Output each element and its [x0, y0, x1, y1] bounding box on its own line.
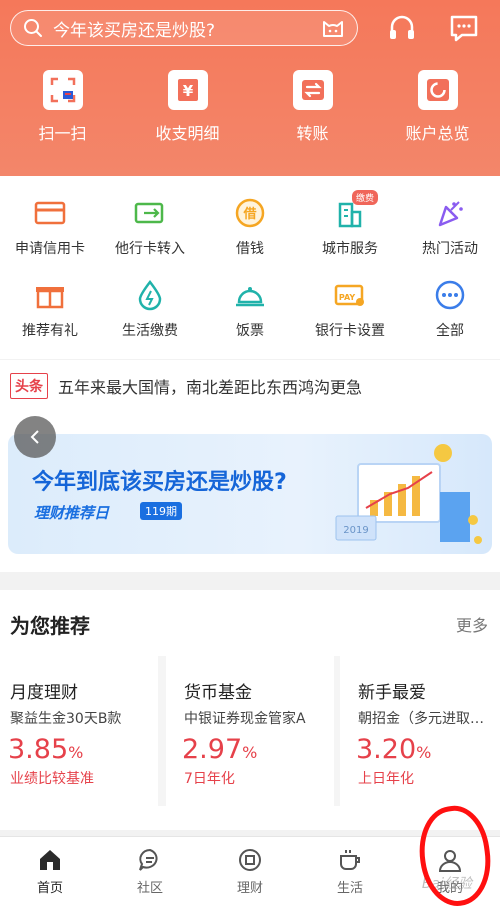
quick-action-label: 收支明细: [155, 124, 220, 143]
card-rate-desc: 业绩比较基准: [10, 771, 94, 787]
headset-icon[interactable]: [386, 12, 418, 44]
product-card[interactable]: 货币基金 中银证券现金管家A 2.97% 7日年化: [166, 656, 334, 806]
promo-banner[interactable]: 今年到底该买房还是炒股? 理财推荐日 119期 2019: [8, 434, 492, 554]
card-product-name: 朝招金（多元进取…: [358, 711, 484, 727]
scan-icon: [42, 70, 83, 110]
card-title: 新手最爱: [358, 683, 426, 703]
more-dots-icon: [433, 278, 467, 312]
service-label: 推荐有礼: [22, 323, 78, 339]
service-label: 生活缴费: [122, 323, 178, 339]
product-card[interactable]: 新手最爱 朝招金（多元进取… 3.20% 上日年化: [340, 656, 500, 806]
account-overview-icon: [417, 70, 458, 110]
quick-action-label: 账户总览: [405, 124, 470, 143]
card-rate: 3.20%: [356, 734, 432, 765]
tab-label: 首页: [36, 881, 63, 896]
headline-news[interactable]: 头条 五年来最大国情，南北差距比东西鸿沟更急: [0, 360, 500, 412]
service-label: 借钱: [236, 241, 264, 257]
transfer-icon: [292, 70, 333, 110]
service-card-transfer-in[interactable]: 他行卡转入: [100, 196, 200, 258]
recommend-more-link[interactable]: 更多: [456, 612, 488, 636]
banner-year: 2019: [343, 525, 368, 536]
tab-label: 社区: [136, 881, 163, 896]
search-bar[interactable]: 今年该买房还是炒股?: [10, 10, 358, 46]
message-icon[interactable]: [448, 12, 480, 44]
service-city[interactable]: 缴费 城市服务: [300, 190, 400, 258]
tab-wealth[interactable]: 理财: [200, 837, 300, 913]
header: 今年该买房还是炒股? 扫一扫 ¥ 收支明细 转账 账户总览: [0, 0, 500, 176]
pay-card-icon: PAY: [333, 278, 367, 312]
svg-text:借: 借: [242, 206, 256, 222]
cat-mascot-icon[interactable]: [321, 16, 345, 40]
service-label: 城市服务: [322, 241, 378, 257]
card-rate: 2.97%: [182, 734, 258, 765]
svg-text:PAY: PAY: [339, 293, 356, 302]
service-life-payment[interactable]: 生活缴费: [100, 278, 200, 340]
service-label: 热门活动: [422, 241, 478, 257]
card-title: 货币基金: [184, 683, 252, 703]
search-placeholder: 今年该买房还是炒股?: [53, 20, 216, 41]
service-referral-gift[interactable]: 推荐有礼: [0, 278, 100, 340]
quick-action-account-overview[interactable]: 账户总览: [375, 70, 500, 144]
quick-action-transfer[interactable]: 转账: [250, 70, 375, 144]
service-label: 全部: [436, 323, 464, 339]
service-label: 申请信用卡: [15, 241, 85, 257]
service-borrow[interactable]: 借 借钱: [200, 196, 300, 258]
service-label: 银行卡设置: [315, 323, 385, 339]
wealth-icon: [239, 849, 261, 871]
quick-action-scan[interactable]: 扫一扫: [0, 70, 125, 144]
quick-action-statement[interactable]: ¥ 收支明细: [125, 70, 250, 144]
headline-tag: 头条: [10, 373, 48, 399]
banner-subtitle: 理财推荐日: [34, 504, 110, 522]
service-label: 饭票: [236, 323, 264, 339]
card-rate-desc: 7日年化: [184, 771, 235, 787]
card-title: 月度理财: [10, 683, 78, 703]
quick-actions: 扫一扫 ¥ 收支明细 转账 账户总览: [0, 70, 500, 144]
service-badge: 缴费: [352, 190, 379, 205]
coffee-cup-icon: [340, 850, 360, 870]
card-rate-desc: 上日年化: [358, 771, 414, 787]
services-row: 申请信用卡 他行卡转入 借 借钱 缴费 城市服务 热门活动: [0, 190, 500, 258]
quick-action-label: 转账: [296, 124, 329, 143]
party-popper-icon: [433, 196, 467, 230]
search-icon: [24, 19, 42, 37]
yen-receipt-icon: ¥: [167, 70, 208, 110]
tab-label: 理财: [236, 881, 263, 896]
home-icon: [40, 850, 60, 870]
card-product-name: 聚益生金30天B款: [10, 711, 122, 727]
banner-prev-button[interactable]: [14, 416, 56, 458]
chevron-left-icon: [30, 430, 39, 444]
tab-label: 生活: [336, 881, 363, 896]
food-bell-icon: [233, 278, 267, 312]
service-apply-credit-card[interactable]: 申请信用卡: [0, 196, 100, 258]
services-grid: 申请信用卡 他行卡转入 借 借钱 缴费 城市服务 热门活动 推荐有礼 生活缴费: [0, 176, 500, 359]
product-card[interactable]: 月度理财 聚益生金30天B款 3.85% 业绩比较基准: [0, 656, 158, 806]
services-row: 推荐有礼 生活缴费 饭票 PAY 银行卡设置 全部: [0, 278, 500, 340]
product-cards: 月度理财 聚益生金30天B款 3.85% 业绩比较基准 货币基金 中银证券现金管…: [0, 656, 500, 806]
service-bank-card-settings[interactable]: PAY 银行卡设置: [300, 278, 400, 340]
headline-text: 五年来最大国情，南北差距比东西鸿沟更急: [58, 378, 363, 397]
card-product-name: 中银证券现金管家A: [184, 711, 306, 727]
service-all[interactable]: 全部: [400, 278, 500, 340]
banner-section: 今年到底该买房还是炒股? 理财推荐日 119期 2019: [0, 412, 500, 572]
banner-illustration: 2019: [335, 444, 482, 544]
banner-issue: 119期: [140, 502, 182, 520]
card-rate: 3.85%: [8, 734, 84, 765]
water-drop-icon: [133, 278, 167, 312]
tab-home[interactable]: 首页: [0, 837, 100, 913]
svg-text:¥: ¥: [182, 82, 193, 100]
credit-card-icon: [33, 196, 67, 230]
community-chat-icon: [139, 848, 158, 871]
quick-action-label: 扫一扫: [38, 124, 87, 143]
tab-life[interactable]: 生活: [300, 837, 400, 913]
tab-community[interactable]: 社区: [100, 837, 200, 913]
service-hot-activity[interactable]: 热门活动: [400, 196, 500, 258]
card-transfer-in-icon: [133, 196, 167, 230]
recommend-title: 为您推荐: [10, 614, 90, 638]
service-label: 他行卡转入: [115, 241, 185, 257]
banner-title: 今年到底该买房还是炒股?: [32, 470, 287, 495]
borrow-icon: 借: [233, 196, 267, 230]
service-meal-ticket[interactable]: 饭票: [200, 278, 300, 340]
gift-icon: [33, 278, 67, 312]
